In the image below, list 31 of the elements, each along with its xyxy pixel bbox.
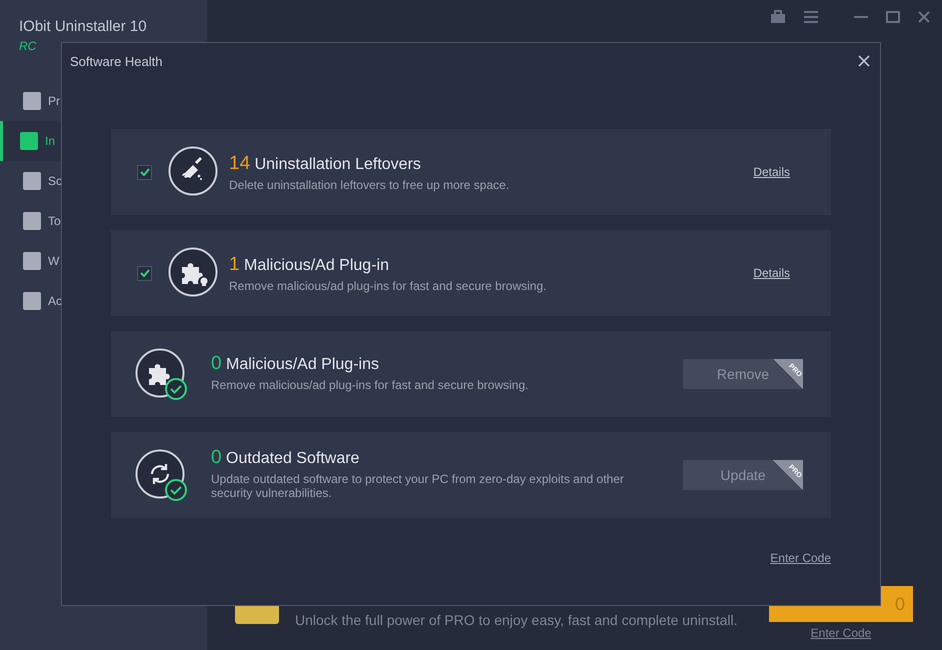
dialog-title: Software Health	[70, 54, 162, 68]
item-description: Update outdated software to protect your PC from zero-day exploits and other security vulnerabilities.	[211, 472, 625, 500]
promo-text: Unlock the full power of PRO to enjoy easy, fast and complete uninstall.	[295, 612, 739, 628]
enter-code-link[interactable]: Enter Code	[810, 626, 872, 640]
sidebar-item[interactable]: Pr	[0, 81, 207, 121]
item-title: 1 Malicious/Ad Plug-in	[229, 254, 390, 276]
checkbox[interactable]	[137, 266, 152, 280]
sidebar-item[interactable]: To	[0, 201, 207, 241]
details-link[interactable]: Details	[753, 165, 790, 179]
sidebar-item[interactable]: W	[0, 241, 207, 281]
item-title: 14 Uninstallation Leftovers	[229, 152, 422, 174]
item-title: 0 Outdated Software	[211, 446, 360, 468]
toolbox-icon[interactable]	[770, 10, 786, 24]
refresh-icon	[135, 449, 187, 501]
puzzle-icon	[135, 348, 187, 400]
close-icon[interactable]	[858, 55, 870, 67]
item-title: 0 Malicious/Ad Plug-ins	[211, 352, 380, 374]
app-title: IObit Uninstaller 10	[18, 18, 148, 35]
puzzle-skull-icon	[168, 247, 220, 299]
checkbox[interactable]	[137, 164, 152, 180]
menu-icon[interactable]	[804, 11, 818, 23]
maximize-icon[interactable]	[886, 11, 900, 23]
edition-label: RC	[18, 39, 38, 53]
sidebar-item[interactable]: Sc	[0, 161, 207, 201]
broom-icon	[168, 146, 220, 198]
details-link[interactable]: Details	[753, 266, 790, 280]
item-description: Delete uninstallation leftovers to free up more space.	[229, 178, 510, 192]
enter-code-link[interactable]: Enter Code	[770, 551, 831, 565]
sidebar-item[interactable]: Ac	[0, 281, 207, 321]
item-description: Remove malicious/ad plug-ins for fast and secure browsing.	[229, 278, 548, 292]
item-description: Remove malicious/ad plug-ins for fast and secure browsing.	[211, 378, 530, 392]
